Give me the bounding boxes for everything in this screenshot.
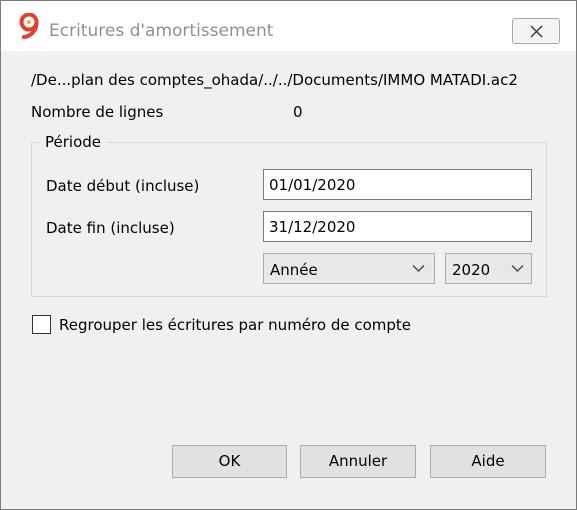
end-date-label: Date fin (incluse) xyxy=(46,219,175,237)
start-date-label: Date début (incluse) xyxy=(46,177,200,195)
end-date-field[interactable]: 31/12/2020 xyxy=(263,211,532,242)
help-button[interactable]: Aide xyxy=(430,445,546,478)
group-by-account-checkbox[interactable] xyxy=(32,315,51,334)
cancel-button[interactable]: Annuler xyxy=(300,445,416,478)
file-path: /De...plan des comptes_ohada/../../Docum… xyxy=(31,71,518,89)
title-bar[interactable]: Ecritures d'amortissement xyxy=(1,1,576,51)
period-group-title: Période xyxy=(39,133,108,151)
period-type-value: Année xyxy=(270,261,318,279)
dialog-window: Ecritures d'amortissement /De...plan des… xyxy=(0,0,577,510)
close-button[interactable] xyxy=(512,18,560,44)
chevron-down-icon xyxy=(511,265,524,272)
start-date-field[interactable]: 01/01/2020 xyxy=(263,169,532,200)
year-value: 2020 xyxy=(452,261,491,279)
window-title: Ecritures d'amortissement xyxy=(49,21,274,41)
line-count-value: 0 xyxy=(293,103,303,121)
close-icon xyxy=(530,25,543,38)
group-by-account-label[interactable]: Regrouper les écritures par numéro de co… xyxy=(59,316,411,334)
line-count-label: Nombre de lignes xyxy=(31,103,164,121)
year-select[interactable]: 2020 xyxy=(445,253,532,284)
chevron-down-icon xyxy=(412,265,425,272)
ok-button[interactable]: OK xyxy=(172,445,287,478)
app-logo-icon xyxy=(19,13,39,39)
period-type-select[interactable]: Année xyxy=(263,253,435,284)
